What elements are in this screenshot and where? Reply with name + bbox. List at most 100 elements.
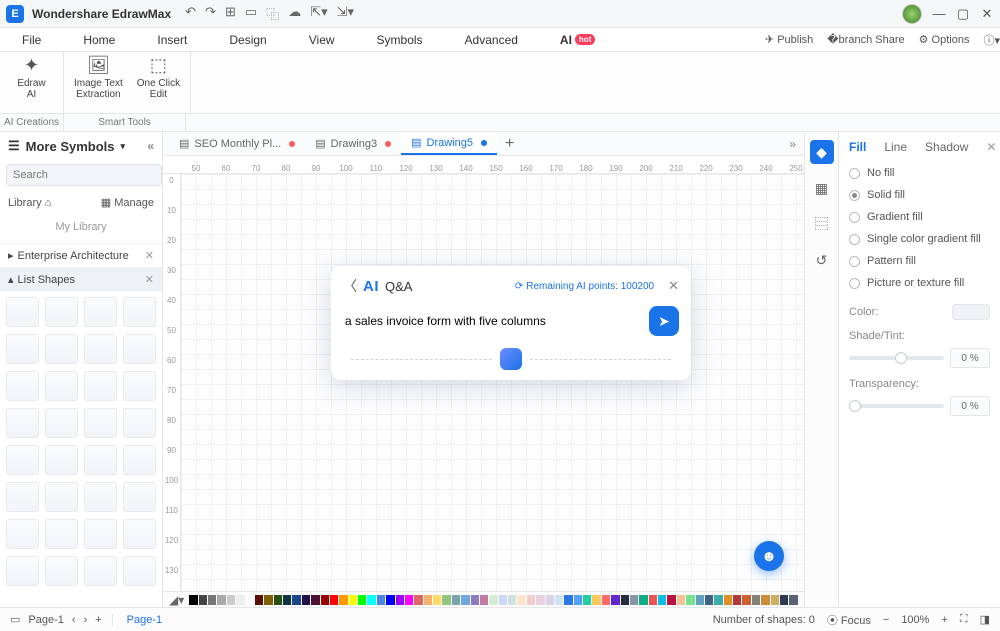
focus-button[interactable]: ⦿ Focus [827,612,871,628]
palette-color[interactable] [236,595,244,605]
symbol-search-input[interactable] [6,164,162,186]
palette-color[interactable] [321,595,329,605]
fill-option[interactable]: Picture or texture fill [849,272,990,294]
manage-library-button[interactable]: ▦ Manage [101,196,154,209]
shape-thumb[interactable] [84,556,117,586]
shape-thumb[interactable] [84,445,117,475]
fullscreen-icon[interactable]: ◨ [980,613,990,626]
eyedropper-icon[interactable]: ◢▾ [169,593,184,607]
active-page[interactable]: Page-1 [112,614,176,626]
palette-color[interactable] [592,595,600,605]
palette-color[interactable] [780,595,788,605]
shape-thumb[interactable] [45,371,78,401]
palette-color[interactable] [349,595,357,605]
palette-color[interactable] [499,595,507,605]
shape-thumb[interactable] [6,519,39,549]
share-button[interactable]: �branch Share [827,33,904,46]
palette-color[interactable] [461,595,469,605]
palette-color[interactable] [302,595,310,605]
palette-color[interactable] [611,595,619,605]
menu-file[interactable]: File [18,29,45,51]
shape-thumb[interactable] [84,297,117,327]
palette-color[interactable] [536,595,544,605]
palette-color[interactable] [311,595,319,605]
palette-color[interactable] [292,595,300,605]
palette-color[interactable] [377,595,385,605]
shape-thumb[interactable] [84,334,117,364]
menu-symbols[interactable]: Symbols [373,29,427,51]
palette-color[interactable] [714,595,722,605]
add-page-icon[interactable]: + [95,614,101,626]
palette-color[interactable] [649,595,657,605]
shade-value[interactable]: 0 % [950,348,990,368]
menu-design[interactable]: Design [225,29,270,51]
palette-color[interactable] [752,595,760,605]
shape-thumb[interactable] [6,371,39,401]
shape-thumb[interactable] [123,334,156,364]
layout-tool-button[interactable]: ⿳ [810,212,834,236]
user-avatar[interactable] [902,4,922,24]
palette-color[interactable] [658,595,666,605]
shape-thumb[interactable] [84,519,117,549]
palette-color[interactable] [264,595,272,605]
palette-color[interactable] [527,595,535,605]
zoom-out-icon[interactable]: − [883,614,889,626]
shape-thumb[interactable] [123,519,156,549]
palette-color[interactable] [396,595,404,605]
palette-color[interactable] [199,595,207,605]
palette-color[interactable] [667,595,675,605]
palette-color[interactable] [283,595,291,605]
shape-thumb[interactable] [6,408,39,438]
image-text-extraction-button[interactable]: 🖼Image Text Extraction [74,56,123,100]
ai-prompt-input[interactable] [343,306,641,336]
shape-thumb[interactable] [45,556,78,586]
prev-page-icon[interactable]: ‹ [72,614,76,626]
palette-color[interactable] [433,595,441,605]
tab-line[interactable]: Line [884,140,907,154]
palette-color[interactable] [602,595,610,605]
close-icon[interactable]: ✕ [145,273,154,286]
transparency-value[interactable]: 0 % [950,396,990,416]
export-icon[interactable]: ⇱▾ [310,4,327,23]
section-enterprise-architecture[interactable]: ▸Enterprise Architecture✕ [0,243,162,267]
expand-tabs-icon[interactable]: » [781,137,804,151]
zoom-in-icon[interactable]: + [941,614,947,626]
fit-icon[interactable]: ⛶ [960,613,968,626]
palette-color[interactable] [564,595,572,605]
palette-color[interactable] [677,595,685,605]
history-tool-button[interactable]: ↺ [810,248,834,272]
transparency-slider[interactable] [849,404,944,408]
palette-color[interactable] [771,595,779,605]
palette-color[interactable] [508,595,516,605]
palette-color[interactable] [555,595,563,605]
palette-color[interactable] [742,595,750,605]
menu-insert[interactable]: Insert [153,29,191,51]
palette-color[interactable] [471,595,479,605]
palette-color[interactable] [733,595,741,605]
palette-color[interactable] [705,595,713,605]
palette-color[interactable] [405,595,413,605]
savecloud-icon[interactable]: ☁ [288,4,301,23]
shape-thumb[interactable] [45,408,78,438]
palette-color[interactable] [246,595,254,605]
palette-color[interactable] [630,595,638,605]
shape-thumb[interactable] [6,297,39,327]
next-page-icon[interactable]: › [84,614,88,626]
fill-option[interactable]: Gradient fill [849,206,990,228]
window-min[interactable]: ― [932,6,946,21]
menu-view[interactable]: View [305,29,339,51]
redo-icon[interactable]: ↷ [205,4,216,23]
palette-color[interactable] [208,595,216,605]
shape-thumb[interactable] [45,445,78,475]
palette-color[interactable] [424,595,432,605]
save-icon[interactable]: ⿻ [266,4,279,23]
shape-thumb[interactable] [45,297,78,327]
style-tool-button[interactable]: ◆ [810,140,834,164]
fill-option[interactable]: Single color gradient fill [849,228,990,250]
my-library[interactable]: My Library [0,215,162,243]
import-icon[interactable]: ⇲▾ [337,4,354,23]
palette-color[interactable] [621,595,629,605]
shape-thumb[interactable] [6,556,39,586]
fill-option[interactable]: No fill [849,162,990,184]
back-icon[interactable]: 〈 [343,276,357,296]
